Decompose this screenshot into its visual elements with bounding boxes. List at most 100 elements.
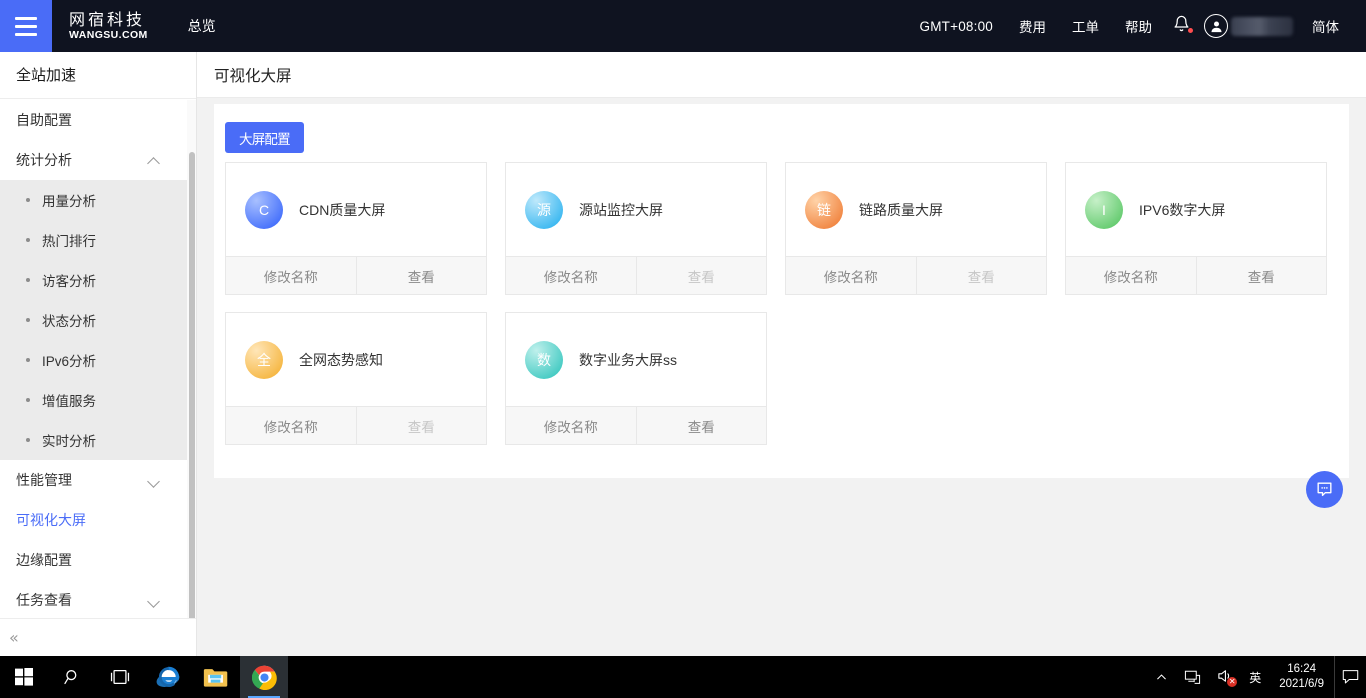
language-switch[interactable]: 简体 <box>1299 0 1352 52</box>
taskbar-google-chrome-icon[interactable] <box>240 656 288 698</box>
sidebar-item-label: 边缘配置 <box>16 552 72 568</box>
screen-card-name: 源站监控大屏 <box>579 201 663 218</box>
clock-date: 2021/6/9 <box>1279 678 1324 690</box>
chat-support-button[interactable] <box>1306 471 1343 508</box>
taskbar-file-explorer-icon[interactable] <box>192 656 240 698</box>
screen-card-body: 数数字业务大屏ss <box>506 313 766 406</box>
taskbar-internet-explorer-icon[interactable] <box>144 656 192 698</box>
sidebar-group-statistics: 统计分析 用量分析 热门排行 访客分析 状态分析 IPv6分析 增值服务 实时分… <box>0 140 196 460</box>
sidebar-subitem-label: IPv6分析 <box>42 354 97 369</box>
sidebar-group-visual-screen: 可视化大屏 <box>0 500 196 540</box>
sidebar-item-edge-config[interactable]: 边缘配置 <box>0 540 196 580</box>
screen-card: 链链路质量大屏 修改名称 查看 <box>785 162 1047 295</box>
chevron-up-icon <box>149 155 160 166</box>
view-button[interactable]: 查看 <box>635 407 767 444</box>
action-center-icon[interactable] <box>1334 656 1366 698</box>
screen-card: I IPV6数字大屏 修改名称 查看 <box>1065 162 1327 295</box>
nav-overview[interactable]: 总览 <box>188 16 216 36</box>
view-button[interactable]: 查看 <box>1195 257 1327 294</box>
user-account-chip[interactable] <box>1200 14 1299 38</box>
chat-bubble-icon <box>1317 482 1332 497</box>
chevron-down-icon <box>149 475 160 486</box>
bullet-icon <box>26 358 30 362</box>
sidebar-item-label: 自助配置 <box>16 112 72 128</box>
sidebar-subitem-hot-rank[interactable]: 热门排行 <box>0 220 196 260</box>
sidebar-subitem-label: 状态分析 <box>42 314 96 329</box>
chevron-up-glyph <box>1157 673 1167 679</box>
screen-card-body: I IPV6数字大屏 <box>1066 163 1326 256</box>
screen-card-actions: 修改名称 查看 <box>1066 256 1326 294</box>
rename-button[interactable]: 修改名称 <box>226 407 356 444</box>
rename-button[interactable]: 修改名称 <box>1066 257 1196 294</box>
sidebar-subitem-value-added[interactable]: 增值服务 <box>0 380 196 420</box>
nav-ticket[interactable]: 工单 <box>1059 0 1112 52</box>
content-panel: 大屏配置 C CDN质量大屏 修改名称 查看源源站监控大屏 修改名称 查看链链路质量大屏修… <box>214 104 1349 478</box>
sidebar-subitem-label: 增值服务 <box>42 394 96 409</box>
sidebar-group-self-config: 自助配置 <box>0 100 196 140</box>
sidebar-group-edge-config: 边缘配置 <box>0 540 196 580</box>
screen-card-body: 全全网态势感知 <box>226 313 486 406</box>
tray-ime-indicator[interactable]: 英 <box>1241 656 1269 698</box>
person-glyph <box>1211 21 1221 32</box>
screen-card-avatar-icon: C <box>245 190 283 229</box>
tray-network-icon[interactable] <box>1176 656 1209 698</box>
sidebar: 全站加速 自助配置 统计分析 用量分析 热门排行 访客分析 状态分析 IPv6分… <box>0 52 197 668</box>
windows-start-icon[interactable] <box>0 656 48 698</box>
bullet-icon <box>26 318 30 322</box>
double-chevron-left-icon: « <box>9 627 19 647</box>
username-redacted <box>1231 16 1293 36</box>
screen-card-body: 源源站监控大屏 <box>506 163 766 256</box>
hamburger-bar <box>15 16 37 20</box>
hamburger-menu-icon[interactable] <box>0 0 52 52</box>
screen-card: C CDN质量大屏 修改名称 查看 <box>225 162 487 295</box>
view-button[interactable]: 查看 <box>355 257 487 294</box>
rename-button[interactable]: 修改名称 <box>226 257 356 294</box>
bullet-icon <box>26 198 30 202</box>
taskbar-search-icon[interactable] <box>48 656 96 698</box>
sidebar-collapse-button[interactable]: « <box>0 618 196 656</box>
muted-badge: ✕ <box>1227 676 1238 687</box>
page-header: 可视化大屏 <box>197 52 1366 98</box>
notification-bell-icon[interactable] <box>1165 15 1200 37</box>
screen-card-actions: 修改名称 查看 <box>506 406 766 444</box>
view-button: 查看 <box>355 407 487 444</box>
nav-fee[interactable]: 费用 <box>1006 0 1059 52</box>
sidebar-item-statistics[interactable]: 统计分析 <box>0 140 196 180</box>
start-glyph <box>15 668 33 686</box>
rename-button[interactable]: 修改名称 <box>506 257 636 294</box>
screen-config-button[interactable]: 大屏配置 <box>225 122 304 153</box>
screen-card-name: 链路质量大屏 <box>859 201 943 218</box>
sidebar-subitem-status[interactable]: 状态分析 <box>0 300 196 340</box>
sidebar-item-self-config[interactable]: 自助配置 <box>0 100 196 140</box>
search-glyph <box>63 669 76 684</box>
sidebar-subitem-visitor[interactable]: 访客分析 <box>0 260 196 300</box>
nav-help[interactable]: 帮助 <box>1112 0 1165 52</box>
sidebar-subitem-usage[interactable]: 用量分析 <box>0 180 196 220</box>
view-button: 查看 <box>915 257 1047 294</box>
brand-logo[interactable]: 网宿科技 WANGSU.COM <box>69 12 148 41</box>
rename-button[interactable]: 修改名称 <box>506 407 636 444</box>
speaker-wrapper: ✕ <box>1217 669 1238 687</box>
user-avatar-icon <box>1204 14 1228 38</box>
screen-card: 全全网态势感知 修改名称 查看 <box>225 312 487 445</box>
sidebar-subitem-label: 热门排行 <box>42 234 96 249</box>
sidebar-item-performance[interactable]: 性能管理 <box>0 460 196 500</box>
notification-dot <box>1188 28 1193 33</box>
taskbar-task-view-icon[interactable] <box>96 656 144 698</box>
rename-button[interactable]: 修改名称 <box>786 257 916 294</box>
sidebar-item-visual-screen[interactable]: 可视化大屏 <box>0 500 196 540</box>
screen-card-grid: C CDN质量大屏 修改名称 查看源源站监控大屏 修改名称 查看链链路质量大屏 修改名称 查看… <box>225 162 1340 445</box>
taskbar-clock[interactable]: 16:24 2021/6/9 <box>1269 662 1334 692</box>
sidebar-subitem-realtime[interactable]: 实时分析 <box>0 420 196 460</box>
sidebar-item-task-view[interactable]: 任务查看 <box>0 580 196 620</box>
windows-taskbar: ✕ 英 16:24 2021/6/9 <box>0 656 1366 698</box>
sidebar-subitem-ipv6[interactable]: IPv6分析 <box>0 340 196 380</box>
tray-chevron-up-icon[interactable] <box>1147 656 1176 698</box>
system-tray: ✕ 英 16:24 2021/6/9 <box>1147 656 1366 698</box>
chevron-down-icon <box>149 595 160 606</box>
sidebar-scrollbar-thumb[interactable] <box>189 152 195 668</box>
screen-card-actions: 修改名称 查看 <box>226 406 486 444</box>
screen-card-avatar-icon: 源 <box>525 190 563 229</box>
tray-volume-muted-icon[interactable]: ✕ <box>1209 656 1241 698</box>
sidebar-item-label: 性能管理 <box>16 472 72 488</box>
